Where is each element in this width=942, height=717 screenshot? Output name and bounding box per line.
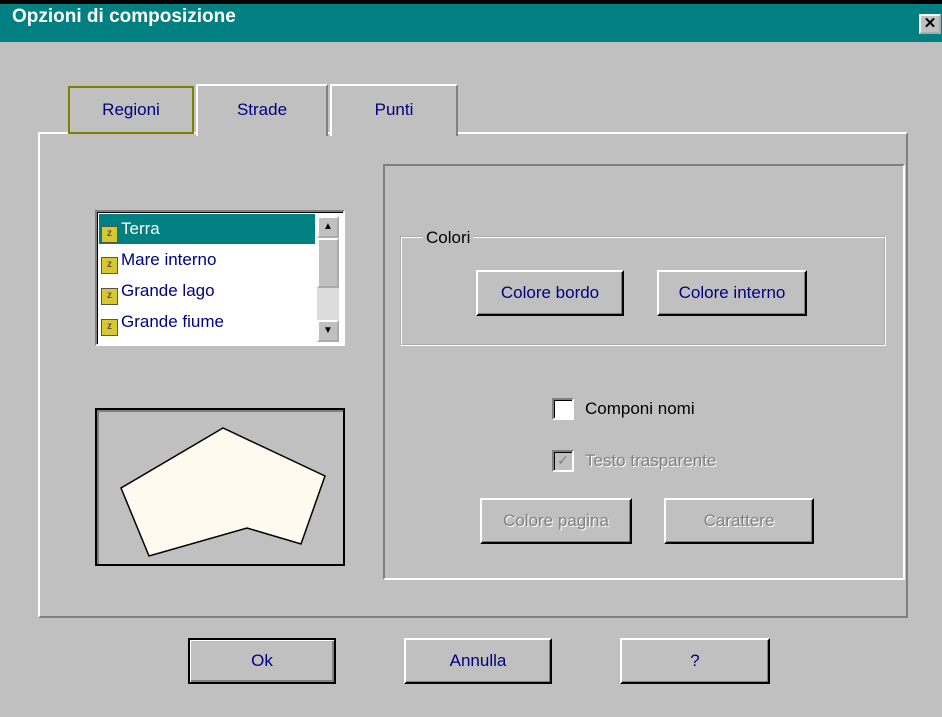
- scroll-up-icon[interactable]: ▲: [317, 216, 339, 238]
- list-item-label: Terra: [121, 219, 160, 238]
- options-panel: [383, 164, 905, 580]
- tab-strade[interactable]: Strade: [196, 84, 328, 136]
- font-label: Carattere: [703, 511, 775, 530]
- compose-names-checkbox[interactable]: [552, 398, 574, 420]
- page-color-button: Colore pagina: [480, 498, 632, 544]
- font-button: Carattere: [664, 498, 814, 544]
- fill-color-button[interactable]: Colore interno: [657, 270, 807, 316]
- close-icon[interactable]: ✕: [919, 14, 941, 34]
- colors-group: [400, 236, 886, 346]
- tab-punti[interactable]: Punti: [330, 84, 458, 136]
- cancel-label: Annulla: [449, 651, 507, 670]
- region-preview: [95, 408, 345, 566]
- list-item-label: Mare interno: [121, 250, 217, 269]
- transparent-text-label: Testo trasparente: [585, 451, 717, 470]
- list-item-label: Grande fiume: [121, 312, 224, 331]
- ok-label: Ok: [251, 651, 273, 670]
- fill-color-label: Colore interno: [678, 283, 786, 302]
- window-title: Opzioni di composizione: [12, 6, 236, 27]
- transparent-text-checkbox: ✓: [552, 450, 574, 472]
- list-item[interactable]: z Grande lago: [99, 276, 315, 306]
- list-item[interactable]: z Grande fiume: [99, 307, 315, 337]
- page-color-label: Colore pagina: [503, 511, 609, 530]
- scroll-down-icon[interactable]: ▼: [317, 320, 339, 342]
- region-listbox[interactable]: z Terra z Mare interno z Grande lago z Grand…: [95, 210, 345, 346]
- help-label: ?: [690, 651, 700, 670]
- border-color-button[interactable]: Colore bordo: [476, 270, 624, 316]
- tab-regioni[interactable]: Regioni: [68, 86, 194, 134]
- cancel-button[interactable]: Annulla: [404, 638, 552, 684]
- region-icon: z: [101, 257, 118, 274]
- list-item[interactable]: z Mare interno: [99, 245, 315, 275]
- list-scrollbar[interactable]: ▲ ▼: [317, 216, 339, 342]
- preview-shape: [120, 427, 326, 557]
- region-icon: z: [101, 288, 118, 305]
- region-icon: z: [101, 319, 118, 336]
- colors-group-label: Colori: [423, 228, 474, 248]
- help-button[interactable]: ?: [620, 638, 770, 684]
- scroll-thumb[interactable]: [317, 238, 339, 288]
- compose-names-label[interactable]: Componi nomi: [585, 399, 695, 419]
- list-item[interactable]: z Terra: [99, 214, 315, 244]
- region-icon: z: [101, 226, 118, 243]
- border-color-label: Colore bordo: [500, 283, 600, 302]
- list-item-label: Grande lago: [121, 281, 215, 300]
- ok-button[interactable]: Ok: [188, 638, 336, 684]
